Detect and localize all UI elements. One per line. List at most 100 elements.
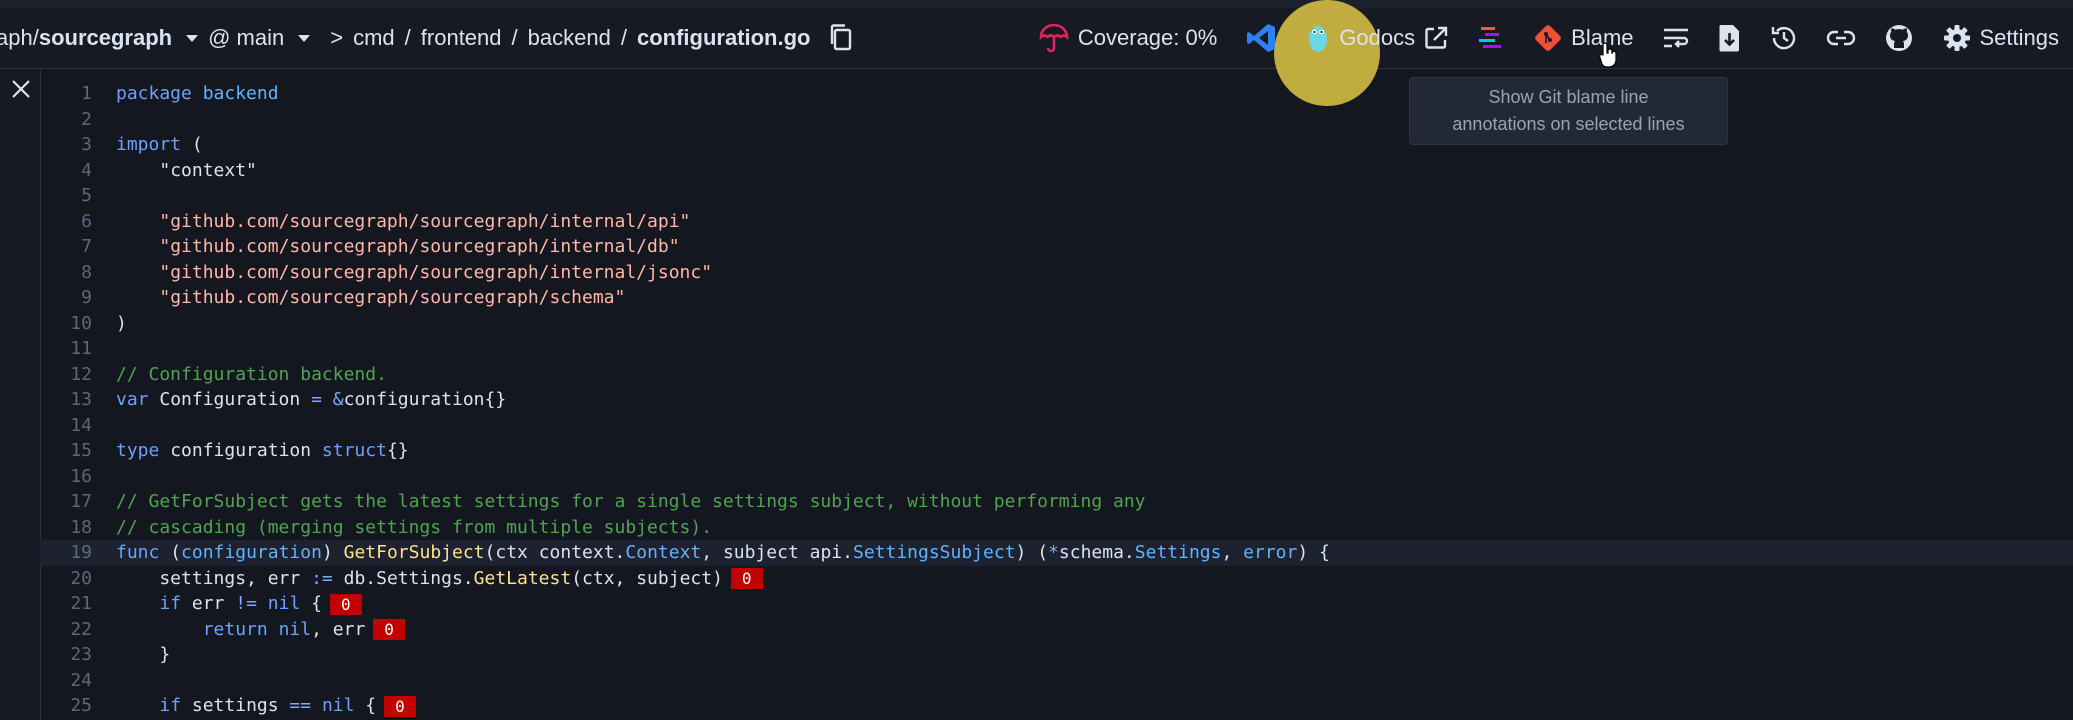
code-line[interactable]: 15 type configuration struct{} (40, 438, 2073, 464)
line-number[interactable]: 10 (40, 311, 116, 337)
code-line[interactable]: 22 return nil, err 0 (40, 617, 2073, 643)
path-segment-frontend[interactable]: frontend (421, 25, 502, 51)
code-token: {} (386, 440, 409, 461)
line-number[interactable]: 23 (40, 642, 116, 668)
line-number[interactable]: 14 (40, 413, 116, 439)
line-number[interactable]: 12 (40, 362, 116, 388)
code-line[interactable]: 16 (40, 464, 2073, 490)
code-token: configuration (181, 542, 322, 563)
code-token: struct (321, 440, 387, 461)
code-line[interactable]: 19 func (configuration) GetForSubject(ctx… (40, 540, 2073, 566)
download-file-button[interactable] (1704, 8, 1756, 68)
line-number[interactable]: 1 (40, 81, 116, 107)
code-line[interactable]: 1 package backend (40, 81, 2073, 107)
line-number[interactable]: 25 (40, 693, 116, 719)
code-line[interactable]: 10) (40, 311, 2073, 337)
repo-prefix: aph/ (0, 25, 39, 50)
code-line[interactable]: 13 var Configuration = &configuration{} (40, 387, 2073, 413)
line-number[interactable]: 24 (40, 668, 116, 694)
line-source: "github.com/sourcegraph/sourcegraph/inte… (116, 234, 680, 260)
coverage-label: Coverage: 0% (1077, 25, 1218, 50)
line-number[interactable]: 3 (40, 132, 116, 158)
line-number[interactable]: 15 (40, 438, 116, 464)
revision-selector[interactable]: @ main (208, 25, 284, 51)
coverage-hit-badge: 0 (373, 619, 405, 640)
code-line[interactable]: 23 } (40, 642, 2073, 668)
line-source: } (116, 642, 170, 668)
code-line[interactable]: 14 (40, 413, 2073, 439)
code-line[interactable]: 8 "github.com/sourcegraph/sourcegraph/in… (40, 260, 2073, 286)
line-number[interactable]: 6 (40, 209, 116, 235)
toggle-line-wrap-button[interactable] (1648, 8, 1704, 68)
code-line[interactable]: 24 (40, 668, 2073, 694)
repo-link[interactable]: aph/sourcegraph (0, 25, 172, 51)
close-icon[interactable] (10, 78, 32, 105)
settings-button[interactable]: Settings (1928, 8, 2073, 68)
line-number[interactable]: 11 (40, 336, 116, 362)
line-number[interactable]: 18 (40, 515, 116, 541)
code-line[interactable]: 17// GetForSubject gets the latest setti… (40, 489, 2073, 515)
code-line[interactable]: 4 "context" (40, 158, 2073, 184)
line-number[interactable]: 2 (40, 107, 116, 133)
code-token: // GetForSubject gets the latest setting… (116, 491, 1146, 512)
code-token: "github.com/sourcegraph/sourcegraph/inte… (159, 261, 713, 283)
umbrella-icon (1038, 22, 1070, 54)
code-token: "github.com/sourcegraph/sourcegraph/sche… (159, 287, 626, 308)
current-file-name: configuration.go (636, 25, 811, 50)
copy-link-button[interactable] (1812, 8, 1870, 68)
code-line[interactable]: 2 (40, 107, 2073, 133)
code-line[interactable]: 6 "github.com/sourcegraph/sourcegraph/in… (40, 209, 2073, 235)
line-number[interactable]: 19 (40, 540, 116, 566)
path-separator-icon: > (330, 25, 344, 50)
view-on-github-button[interactable] (1870, 8, 1928, 68)
line-source: // GetForSubject gets the latest setting… (116, 489, 1146, 515)
path-segment-cmd[interactable]: cmd (353, 25, 395, 51)
copy-path-icon[interactable] (828, 23, 854, 53)
line-number[interactable]: 22 (40, 617, 116, 643)
repo-chevron-down-icon[interactable] (186, 34, 199, 42)
code-line[interactable]: 11 (40, 336, 2073, 362)
line-source: if err != nil {0 (116, 591, 362, 617)
code-token: "github.com/sourcegraph/sourcegraph/inte… (159, 236, 680, 257)
code-line[interactable]: 9 "github.com/sourcegraph/sourcegraph/sc… (40, 285, 2073, 311)
code-token: , (1221, 542, 1244, 563)
open-in-vscode-button[interactable] (1231, 8, 1291, 68)
code-line[interactable]: 3 import ( (40, 132, 2073, 158)
line-number[interactable]: 16 (40, 464, 116, 490)
code-line[interactable]: 20 settings, err := db.Settings.GetLates… (40, 566, 2073, 592)
code-line[interactable]: 18// cascading (merging settings from mu… (40, 515, 2073, 541)
code-token: GetLatest (473, 567, 572, 589)
line-number[interactable]: 4 (40, 158, 116, 184)
line-number[interactable]: 7 (40, 234, 116, 260)
code-line[interactable]: 7 "github.com/sourcegraph/sourcegraph/in… (40, 234, 2073, 260)
line-number[interactable]: 9 (40, 285, 116, 311)
code-intel-button[interactable] (1463, 8, 1519, 68)
code-token: ( (181, 134, 203, 155)
code-line[interactable]: 12// Configuration backend. (40, 362, 2073, 388)
code-line[interactable]: 5 (40, 183, 2073, 209)
code-token: var (116, 389, 149, 410)
repo-header-toolbar: aph/sourcegraph @ main > cmd / frontend … (0, 0, 2073, 106)
line-number[interactable]: 8 (40, 260, 116, 286)
blame-button[interactable]: Blame (1519, 8, 1647, 68)
coverage-button[interactable]: Coverage: 0% (1024, 8, 1231, 68)
line-number[interactable]: 21 (40, 591, 116, 617)
path-segment-backend[interactable]: backend (528, 25, 611, 51)
line-number[interactable]: 13 (40, 387, 116, 413)
line-number[interactable]: 20 (40, 566, 116, 592)
line-source: type configuration struct{} (116, 438, 409, 464)
code-line[interactable]: 21 if err != nil {0 (40, 591, 2073, 617)
line-number[interactable]: 17 (40, 489, 116, 515)
code-view[interactable]: 1 package backend 2 3 import (4 "context" 5 6 … (40, 81, 2073, 719)
code-token: ) (321, 542, 344, 563)
godocs-button[interactable]: Godocs (1291, 8, 1463, 68)
history-button[interactable] (1756, 8, 1812, 68)
revision-chevron-down-icon[interactable] (298, 34, 311, 42)
code-token: nil (321, 695, 355, 716)
line-number[interactable]: 5 (40, 183, 116, 209)
code-line[interactable]: 25 if settings == nil {0 (40, 693, 2073, 719)
